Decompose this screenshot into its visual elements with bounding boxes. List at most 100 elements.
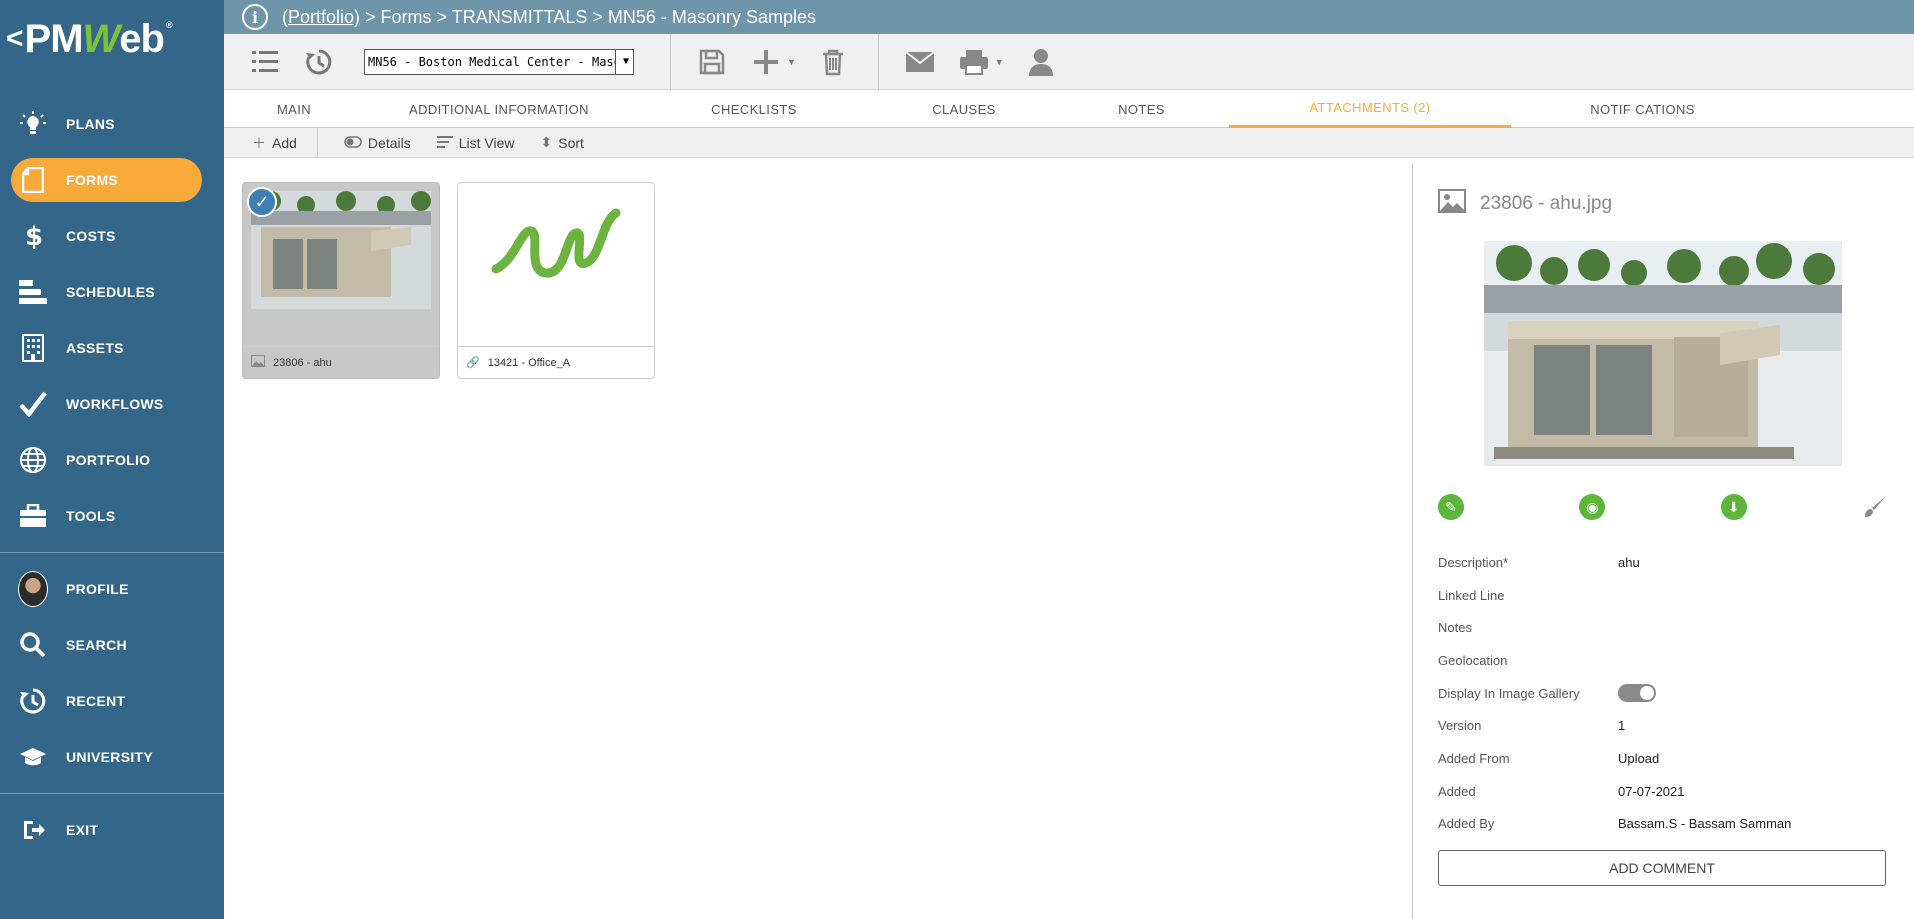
add-icon[interactable] xyxy=(749,45,783,79)
link-icon: 🔗 xyxy=(466,357,480,369)
main-area: i (Portfolio) > Forms > TRANSMITTALS > M… xyxy=(224,0,1914,919)
attachment-card[interactable]: ✓ 23806 - ahu xyxy=(242,182,440,379)
sidebar-item-forms[interactable]: FORMS xyxy=(0,152,224,208)
save-icon[interactable] xyxy=(695,45,729,79)
sidebar-item-portfolio[interactable]: PORTFOLIO xyxy=(0,432,224,488)
field-value[interactable]: ahu xyxy=(1618,555,1640,570)
logo-registered-mark: ® xyxy=(165,20,173,30)
field-value[interactable]: Bassam.S - Bassam Samman xyxy=(1618,816,1791,831)
toolbar: MN56 - Boston Medical Center - Masonry S… xyxy=(224,33,1914,90)
attachment-caption-text: 13421 - Office_A xyxy=(487,356,571,369)
attachment-detail-panel: 23806 - ahu.jpg ✎ ◉ ⬇ Description* ahu L… xyxy=(1412,163,1914,919)
sidebar-item-label: SEARCH xyxy=(66,637,127,653)
download-icon[interactable]: ⬇ xyxy=(1720,494,1747,520)
tab-attachments[interactable]: ATTACHMENTS (2) xyxy=(1229,90,1511,128)
toolbar-divider xyxy=(670,33,671,90)
field-label: Added By xyxy=(1438,816,1495,832)
subbar-divider xyxy=(316,127,318,158)
search-icon xyxy=(18,630,48,660)
sort-icon: ⬍ xyxy=(540,134,553,150)
print-icon[interactable] xyxy=(957,45,991,79)
sidebar-item-label: PLANS xyxy=(66,116,115,132)
display-in-gallery-toggle[interactable] xyxy=(1618,684,1656,703)
edit-icon[interactable]: ✎ xyxy=(1438,494,1464,520)
sidebar-item-recent[interactable]: RECENT xyxy=(0,673,224,729)
sidebar-item-schedules[interactable]: SCHEDULES xyxy=(0,264,224,320)
tab-checklists[interactable]: CHECKLISTS xyxy=(634,90,874,128)
field-row: Version 1 xyxy=(1438,709,1914,742)
tab-notes[interactable]: NOTES xyxy=(1054,90,1229,128)
sidebar: < PM Web ® PLANS FORMS $ COSTS SCHEDULES ASSETS… xyxy=(0,0,224,919)
history-icon[interactable] xyxy=(302,45,336,79)
list-icon[interactable] xyxy=(248,45,282,79)
record-select[interactable]: MN56 - Boston Medical Center - Masonry S… xyxy=(364,48,634,75)
add-comment-button[interactable]: ADD COMMENT xyxy=(1438,850,1886,887)
record-select-value: MN56 - Boston Medical Center - Masonry S… xyxy=(368,54,615,69)
sort-label: Sort xyxy=(558,134,584,151)
sidebar-item-assets[interactable]: ASSETS xyxy=(0,320,224,376)
field-label: Added From xyxy=(1438,750,1510,766)
tab-bar: MAIN ADDITIONAL INFORMATION CHECKLISTS CLAU… xyxy=(224,90,1914,128)
plus-icon: ＋ xyxy=(252,134,266,151)
sidebar-item-exit[interactable]: EXIT xyxy=(0,802,224,858)
svg-text:$: $ xyxy=(25,222,43,250)
sidebar-item-label: ASSETS xyxy=(66,340,124,356)
view-icon[interactable]: ◉ xyxy=(1579,494,1606,520)
logo-text-accent: W xyxy=(82,16,121,61)
schedule-icon xyxy=(18,277,48,307)
exit-nav: EXIT xyxy=(0,802,224,858)
field-row: Added By Bassam.S - Bassam Samman xyxy=(1438,808,1914,841)
sidebar-item-profile[interactable]: PROFILE xyxy=(0,561,224,617)
sidebar-item-university[interactable]: UNIVERSITY xyxy=(0,729,224,785)
field-label: Added xyxy=(1438,783,1476,799)
sidebar-item-workflows[interactable]: WORKFLOWS xyxy=(0,376,224,432)
sidebar-item-label: EXIT xyxy=(66,822,99,838)
sidebar-item-label: PROFILE xyxy=(66,581,129,597)
add-dropdown-icon[interactable]: ▼ xyxy=(787,57,796,67)
sidebar-item-label: PORTFOLIO xyxy=(66,452,151,468)
field-row: Added From Upload xyxy=(1438,742,1914,775)
field-label: Display In Image Gallery xyxy=(1438,685,1580,701)
tab-clauses[interactable]: CLAUSES xyxy=(874,90,1054,128)
selected-check-icon[interactable]: ✓ xyxy=(247,187,277,217)
field-value[interactable]: 07-07-2021 xyxy=(1618,784,1685,799)
sidebar-item-plans[interactable]: PLANS xyxy=(0,96,224,152)
field-value[interactable]: Upload xyxy=(1618,751,1659,766)
avatar xyxy=(18,571,48,607)
image-icon xyxy=(1438,189,1466,219)
sort-button[interactable]: ⬍ Sort xyxy=(541,134,584,151)
sidebar-item-tools[interactable]: TOOLS xyxy=(0,488,224,544)
back-chevron-icon[interactable]: < xyxy=(6,22,24,56)
list-view-button[interactable]: List View xyxy=(436,135,515,151)
attachment-card[interactable]: 🔗 13421 - Office_A xyxy=(457,182,655,379)
print-dropdown-icon[interactable]: ▼ xyxy=(995,57,1004,67)
field-label: Version xyxy=(1438,718,1482,734)
logo-text-prefix: PM xyxy=(24,16,84,61)
checkmark-icon xyxy=(18,389,48,419)
sidebar-item-search[interactable]: SEARCH xyxy=(0,617,224,673)
user-icon[interactable] xyxy=(1024,45,1058,79)
breadcrumb-portfolio-link[interactable]: (Portfolio) xyxy=(282,7,360,28)
details-toggle[interactable]: Details xyxy=(344,135,411,151)
annotate-brush-icon[interactable] xyxy=(1862,494,1888,520)
logo-text-suffix: eb xyxy=(119,16,165,61)
avatar xyxy=(18,571,48,607)
ahu-photo-preview xyxy=(1484,241,1842,466)
main-nav: PLANS FORMS $ COSTS SCHEDULES ASSETS WORKFLOWS… xyxy=(0,96,224,544)
email-icon[interactable] xyxy=(903,45,937,79)
attachment-caption-text: 23806 - ahu xyxy=(273,356,332,369)
field-row: Geolocation xyxy=(1438,644,1914,677)
nav-divider xyxy=(0,552,224,553)
tab-main[interactable]: MAIN xyxy=(224,90,364,128)
add-attachment-button[interactable]: ＋ Add xyxy=(252,133,297,153)
tab-additional-information[interactable]: ADDITIONAL INFORMATION xyxy=(364,90,634,128)
sidebar-item-costs[interactable]: $ COSTS xyxy=(0,208,224,264)
delete-icon[interactable] xyxy=(816,45,850,79)
sidebar-item-label: UNIVERSITY xyxy=(66,749,154,765)
field-label: Linked Line xyxy=(1438,587,1505,603)
field-value[interactable]: 1 xyxy=(1618,718,1625,733)
pmweb-logo[interactable]: < PM Web ® xyxy=(0,0,224,78)
field-label: Description* xyxy=(1438,554,1509,570)
info-icon[interactable]: i xyxy=(242,4,268,30)
tab-notif-cations[interactable]: NOTIF CATIONS xyxy=(1511,90,1774,128)
